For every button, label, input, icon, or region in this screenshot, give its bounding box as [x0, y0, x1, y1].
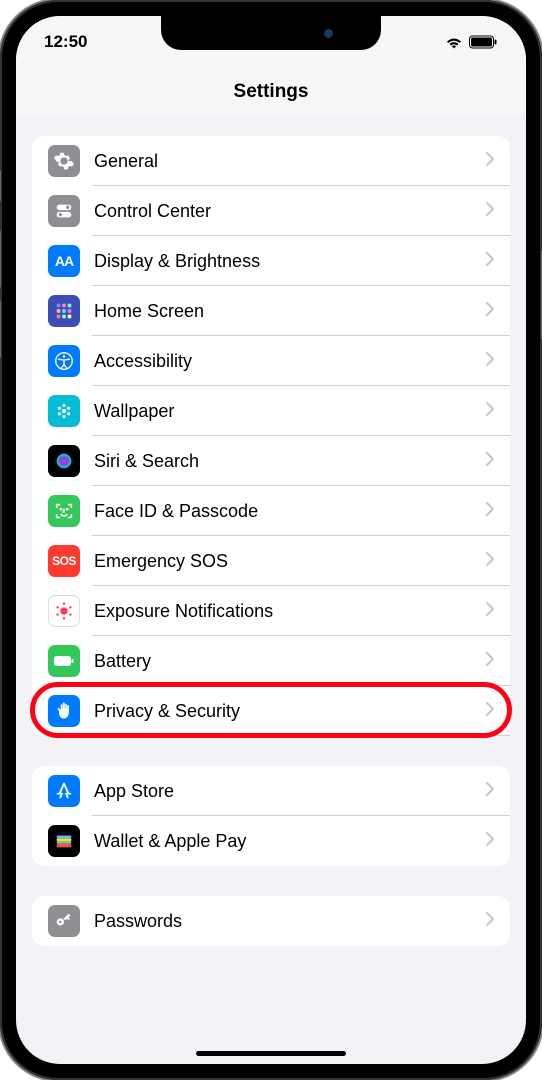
sos-icon: SOS	[48, 545, 80, 577]
app-grid-icon	[48, 295, 80, 327]
volume-up-button	[0, 230, 1, 288]
silence-switch	[0, 170, 1, 202]
home-indicator[interactable]	[196, 1051, 346, 1056]
nav-bar: Settings	[16, 68, 526, 116]
chevron-right-icon	[486, 702, 494, 721]
row-label: Control Center	[94, 201, 486, 222]
chevron-right-icon	[486, 402, 494, 421]
battery-row-icon	[48, 645, 80, 677]
row-control-center[interactable]: Control Center	[32, 186, 510, 236]
row-app-store[interactable]: App Store	[32, 766, 510, 816]
screen: 12:50 Settings General	[16, 16, 526, 1064]
settings-content[interactable]: General Control Center AA Display & Brig…	[16, 116, 526, 946]
siri-icon	[48, 445, 80, 477]
row-emergency-sos[interactable]: SOS Emergency SOS	[32, 536, 510, 586]
chevron-right-icon	[486, 652, 494, 671]
chevron-right-icon	[486, 552, 494, 571]
row-label: App Store	[94, 781, 486, 802]
chevron-right-icon	[486, 202, 494, 221]
app-store-icon	[48, 775, 80, 807]
settings-group-2: App Store Wallet & Apple Pay	[32, 766, 510, 866]
row-battery[interactable]: Battery	[32, 636, 510, 686]
chevron-right-icon	[486, 152, 494, 171]
row-exposure-notifications[interactable]: Exposure Notifications	[32, 586, 510, 636]
volume-down-button	[0, 300, 1, 358]
row-label: Passwords	[94, 911, 486, 932]
gear-icon	[48, 145, 80, 177]
device-frame: 12:50 Settings General	[0, 0, 542, 1080]
row-privacy-security[interactable]: Privacy & Security	[32, 686, 510, 736]
exposure-icon	[48, 595, 80, 627]
row-label: Exposure Notifications	[94, 601, 486, 622]
chevron-right-icon	[486, 602, 494, 621]
chevron-right-icon	[486, 352, 494, 371]
row-label: Wallet & Apple Pay	[94, 831, 486, 852]
row-wallet-apple-pay[interactable]: Wallet & Apple Pay	[32, 816, 510, 866]
status-time: 12:50	[44, 32, 87, 52]
row-label: Home Screen	[94, 301, 486, 322]
row-label: Battery	[94, 651, 486, 672]
face-id-icon	[48, 495, 80, 527]
notch	[161, 16, 381, 50]
flower-icon	[48, 395, 80, 427]
row-face-id-passcode[interactable]: Face ID & Passcode	[32, 486, 510, 536]
row-label: Face ID & Passcode	[94, 501, 486, 522]
text-size-icon: AA	[48, 245, 80, 277]
row-label: Emergency SOS	[94, 551, 486, 572]
row-label: Privacy & Security	[94, 701, 486, 722]
hand-privacy-icon	[48, 695, 80, 727]
status-indicators	[445, 35, 498, 49]
row-home-screen[interactable]: Home Screen	[32, 286, 510, 336]
row-label: Wallpaper	[94, 401, 486, 422]
settings-group-1: General Control Center AA Display & Brig…	[32, 136, 510, 736]
chevron-right-icon	[486, 782, 494, 801]
wallet-icon	[48, 825, 80, 857]
row-general[interactable]: General	[32, 136, 510, 186]
chevron-right-icon	[486, 252, 494, 271]
row-passwords[interactable]: Passwords	[32, 896, 510, 946]
chevron-right-icon	[486, 302, 494, 321]
chevron-right-icon	[486, 832, 494, 851]
settings-group-3: Passwords	[32, 896, 510, 946]
chevron-right-icon	[486, 502, 494, 521]
accessibility-icon	[48, 345, 80, 377]
row-siri-search[interactable]: Siri & Search	[32, 436, 510, 486]
chevron-right-icon	[486, 452, 494, 471]
key-icon	[48, 905, 80, 937]
toggle-switches-icon	[48, 195, 80, 227]
row-accessibility[interactable]: Accessibility	[32, 336, 510, 386]
wifi-icon	[445, 36, 463, 49]
page-title: Settings	[234, 81, 309, 103]
row-label: Display & Brightness	[94, 251, 486, 272]
row-label: Accessibility	[94, 351, 486, 372]
row-label: General	[94, 151, 486, 172]
row-display-brightness[interactable]: AA Display & Brightness	[32, 236, 510, 286]
row-wallpaper[interactable]: Wallpaper	[32, 386, 510, 436]
row-label: Siri & Search	[94, 451, 486, 472]
battery-icon	[469, 35, 498, 49]
chevron-right-icon	[486, 912, 494, 931]
